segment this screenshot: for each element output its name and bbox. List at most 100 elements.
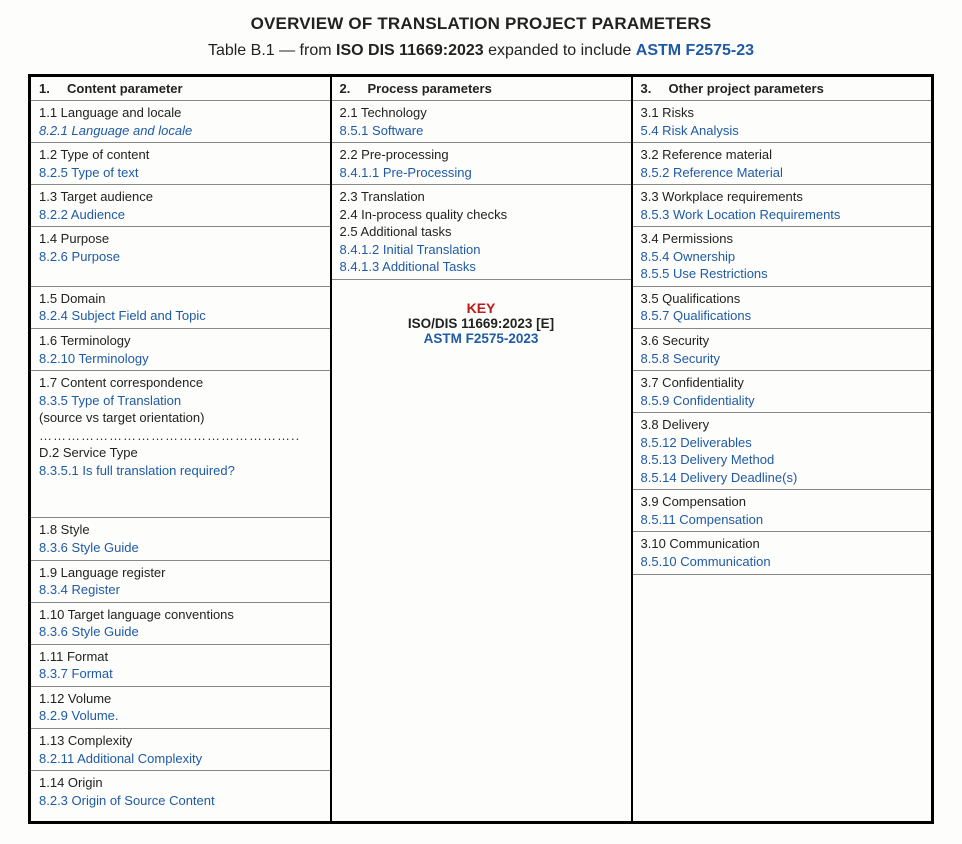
col3-header: 3.Other project parameters — [633, 77, 932, 101]
iso-text: 1.11 Format — [39, 648, 322, 666]
astm-text: 5.4 Risk Analysis — [641, 122, 924, 140]
col3-label: Other project parameters — [669, 81, 824, 96]
astm-text: 8.3.5 Type of Translation — [39, 392, 322, 410]
astm-text: 8.5.4 Ownership — [641, 248, 924, 266]
astm-text: 8.5.9 Confidentiality — [641, 392, 924, 410]
key-astm-line: ASTM F2575-2023 — [340, 331, 623, 346]
iso-text: 3.9 Compensation — [641, 493, 924, 511]
page-title: OVERVIEW OF TRANSLATION PROJECT PARAMETE… — [28, 14, 934, 34]
iso-text: 3.1 Risks — [641, 104, 924, 122]
col1-label: Content parameter — [67, 81, 183, 96]
c3-r3: 3.3 Workplace requirements 8.5.3 Work Lo… — [633, 185, 932, 227]
legend-key: KEY ISO/DIS 11669:2023 [E] ASTM F2575-20… — [332, 280, 631, 354]
astm-text: 8.5.7 Qualifications — [641, 307, 924, 325]
parameters-table: 1.Content parameter 1.1 Language and loc… — [28, 74, 934, 824]
astm-text: 8.2.5 Type of text — [39, 164, 322, 182]
astm-text: 8.4.1.2 Initial Translation — [340, 241, 623, 259]
iso-text: 1.3 Target audience — [39, 188, 322, 206]
col1-header: 1.Content parameter — [31, 77, 330, 101]
col3-num: 3. — [641, 81, 669, 96]
c1-r5: 1.5 Domain 8.2.4 Subject Field and Topic — [31, 287, 330, 329]
astm-text: 8.5.5 Use Restrictions — [641, 265, 924, 283]
c1-r9: 1.9 Language register 8.3.4 Register — [31, 561, 330, 603]
key-iso-line: ISO/DIS 11669:2023 [E] — [340, 316, 623, 331]
c1-r2: 1.2 Type of content 8.2.5 Type of text — [31, 143, 330, 185]
iso-text: 3.6 Security — [641, 332, 924, 350]
iso-text: 1.7 Content correspondence — [39, 374, 322, 392]
iso-text: 1.10 Target language conventions — [39, 606, 322, 624]
astm-text: 8.5.8 Security — [641, 350, 924, 368]
astm-text: 8.2.4 Subject Field and Topic — [39, 307, 322, 325]
astm-text: 8.2.9 Volume. — [39, 707, 322, 725]
table-caption: Table B.1 — from ISO DIS 11669:2023 expa… — [28, 42, 934, 60]
iso-text: 3.2 Reference material — [641, 146, 924, 164]
col2-label: Process parameters — [368, 81, 492, 96]
astm-text: 8.2.2 Audience — [39, 206, 322, 224]
blank-line — [39, 497, 322, 515]
astm-text: 8.5.3 Work Location Requirements — [641, 206, 924, 224]
astm-text: 8.5.12 Deliverables — [641, 434, 924, 452]
iso-text: 1.12 Volume — [39, 690, 322, 708]
iso-text: 2.2 Pre-processing — [340, 146, 623, 164]
iso-text: 1.2 Type of content — [39, 146, 322, 164]
c3-r2: 3.2 Reference material 8.5.2 Reference M… — [633, 143, 932, 185]
iso-text: 1.6 Terminology — [39, 332, 322, 350]
iso-text: 1.5 Domain — [39, 290, 322, 308]
c1-r11: 1.11 Format 8.3.7 Format — [31, 645, 330, 687]
iso-text: 3.5 Qualifications — [641, 290, 924, 308]
note-text: (source vs target orientation) — [39, 409, 322, 427]
c1-r13: 1.13 Complexity 8.2.11 Additional Comple… — [31, 729, 330, 771]
c1-r1: 1.1 Language and locale 8.2.1 Language a… — [31, 101, 330, 143]
c1-r14: 1.14 Origin 8.2.3 Origin of Source Conte… — [31, 771, 330, 812]
c1-r6: 1.6 Terminology 8.2.10 Terminology — [31, 329, 330, 371]
astm-text: 8.2.10 Terminology — [39, 350, 322, 368]
iso-text: 3.10 Communication — [641, 535, 924, 553]
iso-text: 2.3 Translation — [340, 188, 623, 206]
column-other-parameters: 3.Other project parameters 3.1 Risks 5.4… — [632, 76, 933, 823]
caption-iso: ISO DIS 11669:2023 — [336, 42, 484, 59]
column-process-parameters: 2.Process parameters 2.1 Technology 8.5.… — [331, 76, 632, 823]
c2-r2: 2.2 Pre-processing 8.4.1.1 Pre-Processin… — [332, 143, 631, 185]
astm-text: 8.5.11 Compensation — [641, 511, 924, 529]
astm-text: 8.3.6 Style Guide — [39, 539, 322, 557]
astm-text: 8.5.2 Reference Material — [641, 164, 924, 182]
astm-text: 8.5.14 Delivery Deadline(s) — [641, 469, 924, 487]
iso-text: 3.3 Workplace requirements — [641, 188, 924, 206]
iso-text: 1.1 Language and locale — [39, 104, 322, 122]
astm-text: 8.4.1.3 Additional Tasks — [340, 258, 623, 276]
iso-text: 1.4 Purpose — [39, 230, 322, 248]
c3-r6: 3.6 Security 8.5.8 Security — [633, 329, 932, 371]
iso-text: 1.14 Origin — [39, 774, 322, 792]
astm-text: 8.2.3 Origin of Source Content — [39, 792, 322, 810]
caption-prefix: Table B.1 — from — [208, 42, 336, 59]
blank-line — [39, 479, 322, 497]
astm-text: 8.3.6 Style Guide — [39, 623, 322, 641]
c2-r1: 2.1 Technology 8.5.1 Software — [332, 101, 631, 143]
iso-text: D.2 Service Type — [39, 444, 322, 462]
astm-text: 8.2.1 Language and locale — [39, 122, 322, 140]
blank-line — [39, 265, 322, 283]
astm-text: 8.5.13 Delivery Method — [641, 451, 924, 469]
iso-text: 2.4 In-process quality checks — [340, 206, 623, 224]
iso-text: 2.5 Additional tasks — [340, 223, 623, 241]
astm-text: 8.3.7 Format — [39, 665, 322, 683]
astm-text: 8.5.1 Software — [340, 122, 623, 140]
c1-r4: 1.4 Purpose 8.2.6 Purpose — [31, 227, 330, 287]
c2-r3: 2.3 Translation 2.4 In-process quality c… — [332, 185, 631, 280]
col2-header: 2.Process parameters — [332, 77, 631, 101]
column-content-parameter: 1.Content parameter 1.1 Language and loc… — [30, 76, 331, 823]
c1-r8: 1.8 Style 8.3.6 Style Guide — [31, 518, 330, 560]
c3-r8: 3.8 Delivery 8.5.12 Deliverables 8.5.13 … — [633, 413, 932, 490]
c3-r10: 3.10 Communication 8.5.10 Communication — [633, 532, 932, 574]
caption-mid: expanded to include — [484, 42, 636, 59]
c1-r12: 1.12 Volume 8.2.9 Volume. — [31, 687, 330, 729]
astm-text: 8.2.11 Additional Complexity — [39, 750, 322, 768]
astm-text: 8.3.5.1 Is full translation required? — [39, 462, 322, 480]
iso-text: 2.1 Technology — [340, 104, 623, 122]
caption-astm: ASTM F2575-23 — [636, 42, 754, 59]
col1-num: 1. — [39, 81, 67, 96]
iso-text: 3.8 Delivery — [641, 416, 924, 434]
iso-text: 1.8 Style — [39, 521, 322, 539]
astm-text: 8.2.6 Purpose — [39, 248, 322, 266]
c3-blank-tail — [633, 575, 932, 821]
